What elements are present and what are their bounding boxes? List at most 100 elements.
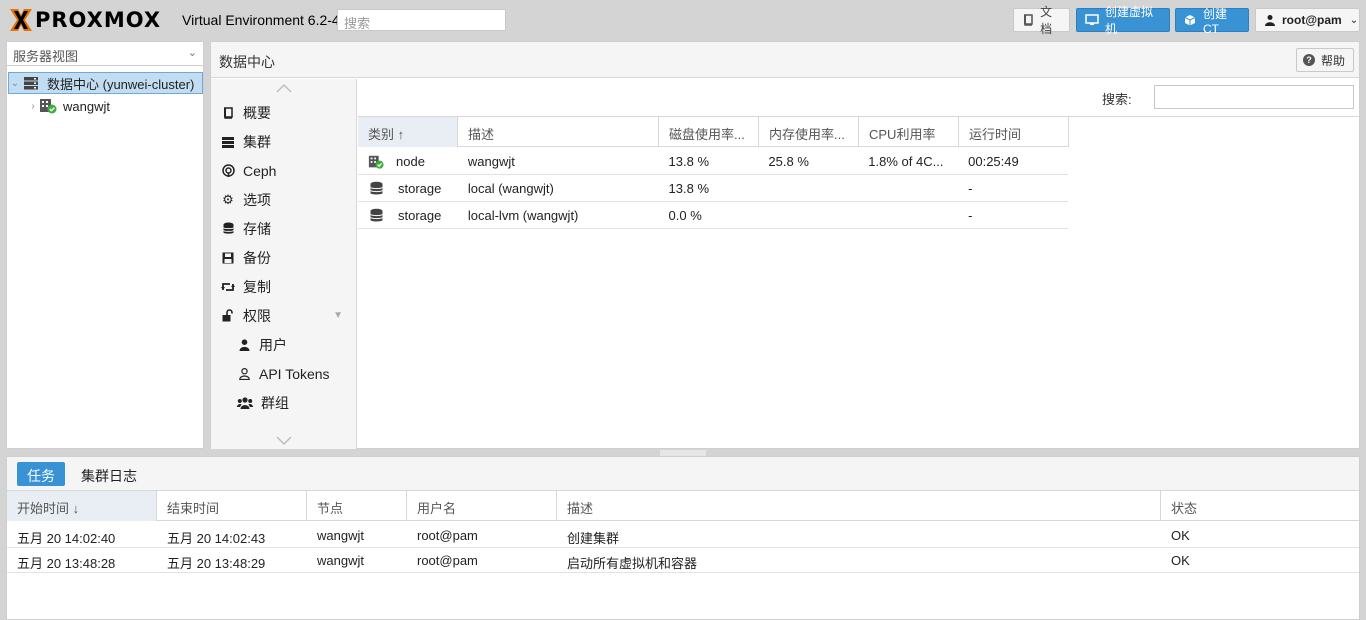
grid-search-input[interactable] — [1154, 85, 1354, 109]
create-vm-button[interactable]: 创建虚拟机 — [1076, 5, 1170, 36]
cell-type: storage — [358, 202, 458, 229]
datacenter-panel: 数据中心 ? 帮助 概要 集群 Ceph ⚙ 选项 存储 备份 复制 权限 ▼ … — [210, 41, 1360, 449]
retweet-icon — [221, 280, 235, 294]
nav-label: 群组 — [261, 394, 289, 411]
task-tabs: 任务 集群日志 — [7, 457, 1359, 491]
view-selector-value: 服务器视图 — [13, 49, 79, 64]
nav-label: 集群 — [243, 133, 271, 150]
resource-grid: 搜索: 类别 ↑ 描述 磁盘使用率... 内存使用率... CPU利用率 运行时… — [358, 79, 1359, 449]
nav-label: 概要 — [243, 104, 271, 121]
datacenter-icon — [23, 76, 39, 90]
question-icon: ? — [1303, 54, 1315, 66]
nav-item-replication[interactable]: 复制 — [211, 272, 357, 301]
nav-item-groups[interactable]: 群组 — [211, 388, 357, 417]
cell-uptime: - — [968, 181, 973, 196]
table-row[interactable]: 五月 20 14:02:40 五月 20 14:02:43 wangwjt ro… — [7, 523, 1359, 548]
nav-item-options[interactable]: ⚙ 选项 — [211, 185, 357, 214]
column-header-cpu[interactable]: CPU利用率 — [859, 117, 959, 147]
tree-item-node[interactable]: › wangwjt — [27, 95, 203, 117]
cell-end-time: 五月 20 13:48:29 — [167, 556, 266, 571]
task-grid-header: 开始时间 ↓ 结束时间 节点 用户名 描述 状态 — [7, 491, 1359, 521]
tab-tasks[interactable]: 任务 — [17, 462, 65, 486]
cell-cpu — [858, 175, 958, 202]
column-header-memory[interactable]: 内存使用率... — [759, 117, 859, 147]
book-icon — [1022, 13, 1034, 27]
gear-icon: ⚙ — [222, 191, 234, 207]
create-vm-label: 创建虚拟机 — [1105, 5, 1154, 36]
user-icon — [1264, 13, 1276, 27]
column-header-start-time[interactable]: 开始时间 ↓ — [7, 491, 157, 521]
view-selector[interactable]: 服务器视图 ⌄ — [7, 42, 203, 66]
table-row[interactable]: storage local-lvm (wangwjt) 0.0 % - — [358, 202, 1068, 229]
cell-type-text: storage — [398, 208, 442, 223]
task-log-panel: 任务 集群日志 开始时间 ↓ 结束时间 节点 用户名 描述 状态 五月 20 1… — [6, 456, 1360, 620]
server-icon — [221, 135, 235, 149]
column-header-description[interactable]: 描述 — [458, 117, 659, 147]
column-header-uptime[interactable]: 运行时间 — [959, 117, 1069, 147]
nav-label: API Tokens — [259, 365, 330, 382]
scroll-down-icon[interactable] — [211, 434, 357, 449]
collapse-triangle-icon[interactable]: ▼ — [333, 310, 343, 321]
nav-label: 备份 — [243, 249, 271, 266]
help-button[interactable]: ? 帮助 — [1296, 48, 1354, 72]
cell-start-time: 五月 20 13:48:28 — [17, 556, 116, 571]
nav-label: 复制 — [243, 278, 271, 295]
user-menu-button[interactable]: root@pam ⌄ — [1255, 8, 1360, 32]
column-header-user[interactable]: 用户名 — [407, 491, 557, 521]
cell-type: storage — [358, 175, 458, 202]
users-icon — [237, 396, 253, 410]
collapse-icon[interactable]: ⌄ — [9, 78, 21, 89]
column-header-end-time[interactable]: 结束时间 — [157, 491, 307, 521]
cell-disk: 13.8 % — [668, 181, 710, 196]
chevron-down-icon: ⌄ — [187, 47, 197, 59]
column-header-status[interactable]: 状态 — [1161, 491, 1359, 521]
proxmox-logo[interactable]: PROXMOX — [8, 7, 161, 33]
cell-uptime: - — [968, 208, 973, 223]
nav-label: 选项 — [243, 191, 271, 208]
page-title: 数据中心 — [219, 54, 275, 70]
nav-item-cluster[interactable]: 集群 — [211, 127, 357, 156]
column-header-type[interactable]: 类别 ↑ — [358, 117, 458, 147]
column-header-disk[interactable]: 磁盘使用率... — [659, 117, 759, 147]
cell-description: local-lvm (wangwjt) — [467, 208, 579, 223]
nav-item-api-tokens[interactable]: API Tokens — [211, 359, 357, 388]
column-header-description[interactable]: 描述 — [557, 491, 1161, 521]
help-button-label: 帮助 — [1321, 53, 1346, 68]
user-menu-label: root@pam — [1282, 13, 1342, 27]
nav-item-summary[interactable]: 概要 — [211, 98, 357, 127]
scroll-up-icon[interactable] — [211, 81, 357, 96]
tree-item-datacenter[interactable]: ⌄ 数据中心 (yunwei-cluster) — [8, 72, 203, 94]
create-ct-label: 创建CT — [1202, 6, 1227, 36]
cell-description: wangwjt — [467, 154, 515, 169]
create-ct-button[interactable]: 创建CT — [1175, 7, 1249, 36]
tree-item-label: wangwjt — [63, 98, 110, 114]
cell-user: root@pam — [417, 553, 478, 568]
cell-disk: 0.0 % — [668, 208, 702, 223]
table-row[interactable]: node wangwjt 13.8 % 25.8 % 1.8% of 4C...… — [358, 148, 1068, 175]
docs-button[interactable]: 文档 — [1013, 5, 1070, 36]
global-search-input[interactable]: 搜索 — [337, 9, 506, 31]
nav-label: 存储 — [243, 220, 271, 237]
grid-toolbar: 搜索: — [358, 79, 1359, 117]
ceph-icon — [221, 164, 235, 178]
cell-type-text: storage — [398, 181, 442, 196]
table-row[interactable]: 五月 20 13:48:28 五月 20 13:48:29 wangwjt ro… — [7, 548, 1359, 573]
proxmox-x-icon — [10, 9, 32, 31]
resource-tree-panel: 服务器视图 ⌄ ⌄ 数据中心 (yunwei-cluster) › wangwj… — [6, 41, 204, 449]
cell-description: 启动所有虚拟机和容器 — [567, 556, 698, 571]
nav-item-users[interactable]: 用户 — [211, 330, 357, 359]
expand-icon[interactable]: › — [27, 101, 39, 112]
nav-item-storage[interactable]: 存储 — [211, 214, 357, 243]
column-header-node[interactable]: 节点 — [307, 491, 407, 521]
cell-status: OK — [1171, 553, 1190, 568]
table-row[interactable]: storage local (wangwjt) 13.8 % - — [358, 175, 1068, 202]
user-icon — [237, 338, 251, 352]
grid-header: 类别 ↑ 描述 磁盘使用率... 内存使用率... CPU利用率 运行时间 — [358, 117, 1069, 147]
nav-item-backup[interactable]: 备份 — [211, 243, 357, 272]
tab-cluster-log[interactable]: 集群日志 — [71, 462, 147, 486]
unlock-icon — [221, 309, 235, 323]
nav-item-ceph[interactable]: Ceph — [211, 156, 357, 185]
nav-item-permissions[interactable]: 权限 ▼ — [211, 301, 357, 330]
cell-user: root@pam — [417, 528, 478, 543]
cell-memory — [758, 175, 858, 202]
